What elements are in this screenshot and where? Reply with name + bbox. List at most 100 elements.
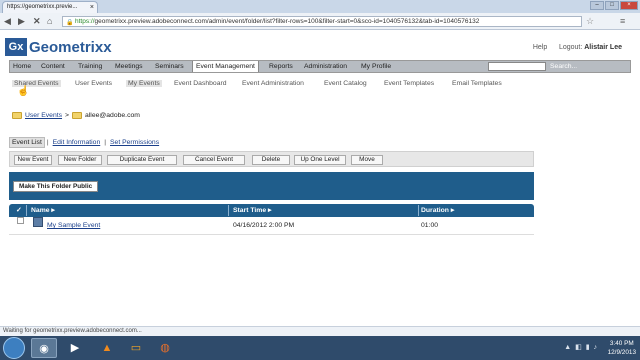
chrome-icon[interactable]: ◉ xyxy=(31,338,57,358)
address-bar-row: ◀ ▶ ✕ ⌂ 🔒 https://geometrixx.preview.ado… xyxy=(0,13,640,30)
sort-icon: ▸ xyxy=(450,207,455,214)
logo-mark: Gx xyxy=(5,38,27,56)
column-start-time[interactable]: Start Time ▸ xyxy=(233,204,271,217)
clock-date: 12/9/2013 xyxy=(607,349,636,356)
cancel-event-button[interactable]: Cancel Event xyxy=(183,155,245,165)
breadcrumb-user-events[interactable]: User Events xyxy=(25,112,62,119)
toolbar: New Event New Folder Duplicate Event Can… xyxy=(9,151,534,167)
subnav-my-events[interactable]: My Events xyxy=(126,80,162,87)
home-icon[interactable]: ⌂ xyxy=(47,16,52,26)
back-icon[interactable]: ◀ xyxy=(4,16,11,26)
tab-edit-information[interactable]: Edit Information xyxy=(51,138,103,147)
minimize-icon[interactable]: – xyxy=(590,1,604,10)
folder-icon xyxy=(12,112,22,119)
column-start-label: Start Time xyxy=(233,207,267,214)
header-links: Help Logout: Alistair Lee xyxy=(533,44,622,51)
tab-title: https://geometrixx.previe... xyxy=(7,4,78,10)
stop-icon[interactable]: ✕ xyxy=(33,16,41,26)
select-all-check-icon[interactable]: ✓ xyxy=(16,204,22,217)
duplicate-event-button[interactable]: Duplicate Event xyxy=(107,155,177,165)
sub-nav: Shared Events User Events My Events Even… xyxy=(12,80,632,89)
nav-home[interactable]: Home xyxy=(13,61,31,72)
url-scheme: https:// xyxy=(75,18,95,25)
search-label[interactable]: Search... xyxy=(550,61,577,72)
tab-event-list[interactable]: Event List xyxy=(9,137,45,148)
column-divider xyxy=(228,205,229,216)
tab-set-permissions[interactable]: Set Permissions xyxy=(108,138,161,147)
tab-separator: | xyxy=(104,139,106,146)
event-start-time: 04/16/2012 2:00 PM xyxy=(233,222,295,229)
subnav-email-templates[interactable]: Email Templates xyxy=(452,80,502,87)
browser-tab[interactable]: https://geometrixx.previe... × xyxy=(2,1,98,13)
nav-content[interactable]: Content xyxy=(41,61,65,72)
close-tab-icon[interactable]: × xyxy=(90,2,94,13)
status-bar: Waiting for geometrixx.preview.adobeconn… xyxy=(0,326,640,336)
breadcrumb-current: allee@adobe.com xyxy=(85,112,140,119)
breadcrumb-separator: > xyxy=(65,112,70,119)
sort-icon: ▸ xyxy=(268,207,272,214)
breadcrumb: User Events > allee@adobe.com xyxy=(12,112,140,119)
nav-event-management[interactable]: Event Management xyxy=(192,61,259,72)
table-row[interactable]: My Sample Event 04/16/2012 2:00 PM 01:00 xyxy=(9,217,534,235)
maximize-icon[interactable]: □ xyxy=(605,1,619,10)
column-duration-label: Duration xyxy=(421,207,449,214)
clock-time: 3:40 PM xyxy=(609,340,634,347)
row-checkbox[interactable] xyxy=(17,217,24,224)
lock-icon: 🔒 xyxy=(66,20,74,26)
subnav-event-catalog[interactable]: Event Catalog xyxy=(324,80,367,87)
subnav-event-templates[interactable]: Event Templates xyxy=(384,80,434,87)
page-content: Gx Geometrixx Help Logout: Alistair Lee … xyxy=(0,30,640,326)
close-window-icon[interactable]: × xyxy=(620,1,638,10)
folder-app-icon[interactable]: ▭ xyxy=(123,338,149,358)
main-nav: Home Content Training Meetings Seminars … xyxy=(9,60,631,73)
event-duration: 01:00 xyxy=(421,222,439,229)
help-link[interactable]: Help xyxy=(533,44,547,51)
folder-action-bar: Make This Folder Public xyxy=(9,172,534,200)
tab-separator: | xyxy=(46,139,49,146)
clock[interactable]: 3:40 PM 12/9/2013 xyxy=(608,339,636,357)
window-controls: – □ × xyxy=(590,1,638,10)
url-field[interactable]: 🔒 https://geometrixx.preview.adobeconnec… xyxy=(62,16,582,27)
nav-training[interactable]: Training xyxy=(78,61,102,72)
column-divider xyxy=(418,205,419,216)
media-player-icon[interactable]: ▶ xyxy=(62,338,88,358)
nav-seminars[interactable]: Seminars xyxy=(155,61,184,72)
logo-name: Geometrixx xyxy=(29,38,112,56)
bookmark-star-icon[interactable]: ☆ xyxy=(586,16,594,27)
subnav-event-dashboard[interactable]: Event Dashboard xyxy=(174,80,227,87)
mouse-cursor-icon: ☝ xyxy=(17,86,30,97)
move-button[interactable]: Move xyxy=(351,155,383,165)
system-tray[interactable]: ▲ ◧ ▮ ♪ xyxy=(564,343,598,351)
nav-meetings[interactable]: Meetings xyxy=(115,61,143,72)
logout-link[interactable]: Logout: xyxy=(559,44,582,51)
event-name-link[interactable]: My Sample Event xyxy=(47,217,100,235)
column-name[interactable]: Name ▸ xyxy=(31,204,55,217)
user-name: Alistair Lee xyxy=(584,44,622,51)
column-divider xyxy=(26,205,27,216)
make-folder-public-button[interactable]: Make This Folder Public xyxy=(13,181,99,192)
new-folder-button[interactable]: New Folder xyxy=(58,155,102,165)
delete-button[interactable]: Delete xyxy=(252,155,290,165)
events-table: ✓ Name ▸ Start Time ▸ Duration ▸ My Samp… xyxy=(9,204,534,235)
new-event-button[interactable]: New Event xyxy=(14,155,52,165)
up-one-level-button[interactable]: Up One Level xyxy=(294,155,346,165)
subnav-event-administration[interactable]: Event Administration xyxy=(242,80,304,87)
start-button[interactable] xyxy=(3,337,25,359)
search-input[interactable] xyxy=(488,62,546,71)
nav-my-profile[interactable]: My Profile xyxy=(361,61,391,72)
column-duration[interactable]: Duration ▸ xyxy=(421,204,454,217)
url-text: geometrixx.preview.adobeconnect.com/admi… xyxy=(94,18,480,25)
logo: Gx Geometrixx xyxy=(5,38,112,56)
nav-administration[interactable]: Administration xyxy=(304,61,347,72)
table-header: ✓ Name ▸ Start Time ▸ Duration ▸ xyxy=(9,204,534,217)
column-name-label: Name xyxy=(31,207,50,214)
browser-tabstrip: https://geometrixx.previe... × – □ × xyxy=(0,0,640,13)
vlc-icon[interactable]: ▲ xyxy=(94,338,120,358)
sort-icon: ▸ xyxy=(51,207,55,214)
wrench-icon[interactable]: ≡ xyxy=(620,16,625,26)
forward-icon[interactable]: ▶ xyxy=(18,16,25,26)
subnav-user-events[interactable]: User Events xyxy=(75,80,112,87)
folder-tabs: Event List | Edit Information | Set Perm… xyxy=(9,137,161,148)
nav-reports[interactable]: Reports xyxy=(269,61,293,72)
firefox-icon[interactable]: ◍ xyxy=(152,338,178,358)
